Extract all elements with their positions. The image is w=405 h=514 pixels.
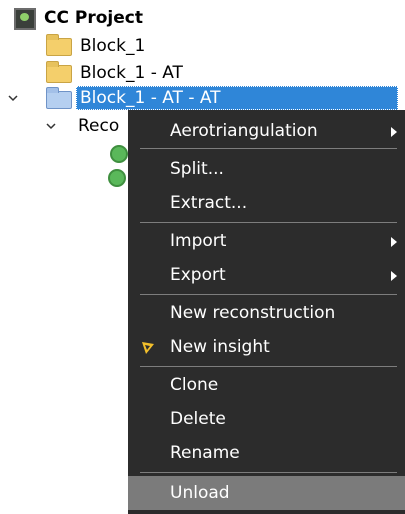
- insight-icon: [141, 340, 155, 354]
- submenu-arrow-icon: [391, 271, 397, 281]
- menu-separator: [140, 148, 397, 149]
- menu-item-unload[interactable]: Unload: [128, 476, 405, 510]
- tree-item-block-1[interactable]: Block_1: [80, 34, 145, 58]
- menu-item-aerotriangulation[interactable]: Aerotriangulation: [128, 114, 405, 148]
- tree-item-block-1-at[interactable]: Block_1 - AT: [80, 61, 183, 85]
- status-ok-icon: [108, 169, 126, 187]
- menu-item-split[interactable]: Split...: [128, 152, 405, 186]
- tree-item-reconstruction[interactable]: Reco: [78, 114, 119, 138]
- menu-item-clone[interactable]: Clone: [128, 368, 405, 402]
- context-menu: Aerotriangulation Split... Extract... Im…: [128, 110, 405, 514]
- folder-icon: [46, 61, 72, 83]
- menu-separator: [140, 472, 397, 473]
- menu-item-rename[interactable]: Rename: [128, 436, 405, 470]
- menu-item-new-reconstruction[interactable]: New reconstruction: [128, 296, 405, 330]
- menu-separator: [140, 294, 397, 295]
- menu-item-export[interactable]: Export: [128, 258, 405, 292]
- menu-item-new-insight[interactable]: New insight: [128, 330, 405, 364]
- folder-icon: [46, 87, 72, 109]
- folder-icon: [46, 34, 72, 56]
- menu-item-extract[interactable]: Extract...: [128, 186, 405, 220]
- chevron-down-icon[interactable]: [46, 121, 56, 131]
- submenu-arrow-icon: [391, 127, 397, 137]
- menu-item-import[interactable]: Import: [128, 224, 405, 258]
- status-ok-icon: [110, 145, 128, 163]
- menu-separator: [140, 222, 397, 223]
- project-title[interactable]: CC Project: [44, 6, 143, 30]
- chevron-down-icon[interactable]: [8, 93, 18, 103]
- submenu-arrow-icon: [391, 237, 397, 247]
- tree-item-block-1-at-at[interactable]: Block_1 - AT - AT: [80, 86, 221, 110]
- menu-separator: [140, 366, 397, 367]
- menu-item-delete[interactable]: Delete: [128, 402, 405, 436]
- project-icon: [14, 8, 36, 30]
